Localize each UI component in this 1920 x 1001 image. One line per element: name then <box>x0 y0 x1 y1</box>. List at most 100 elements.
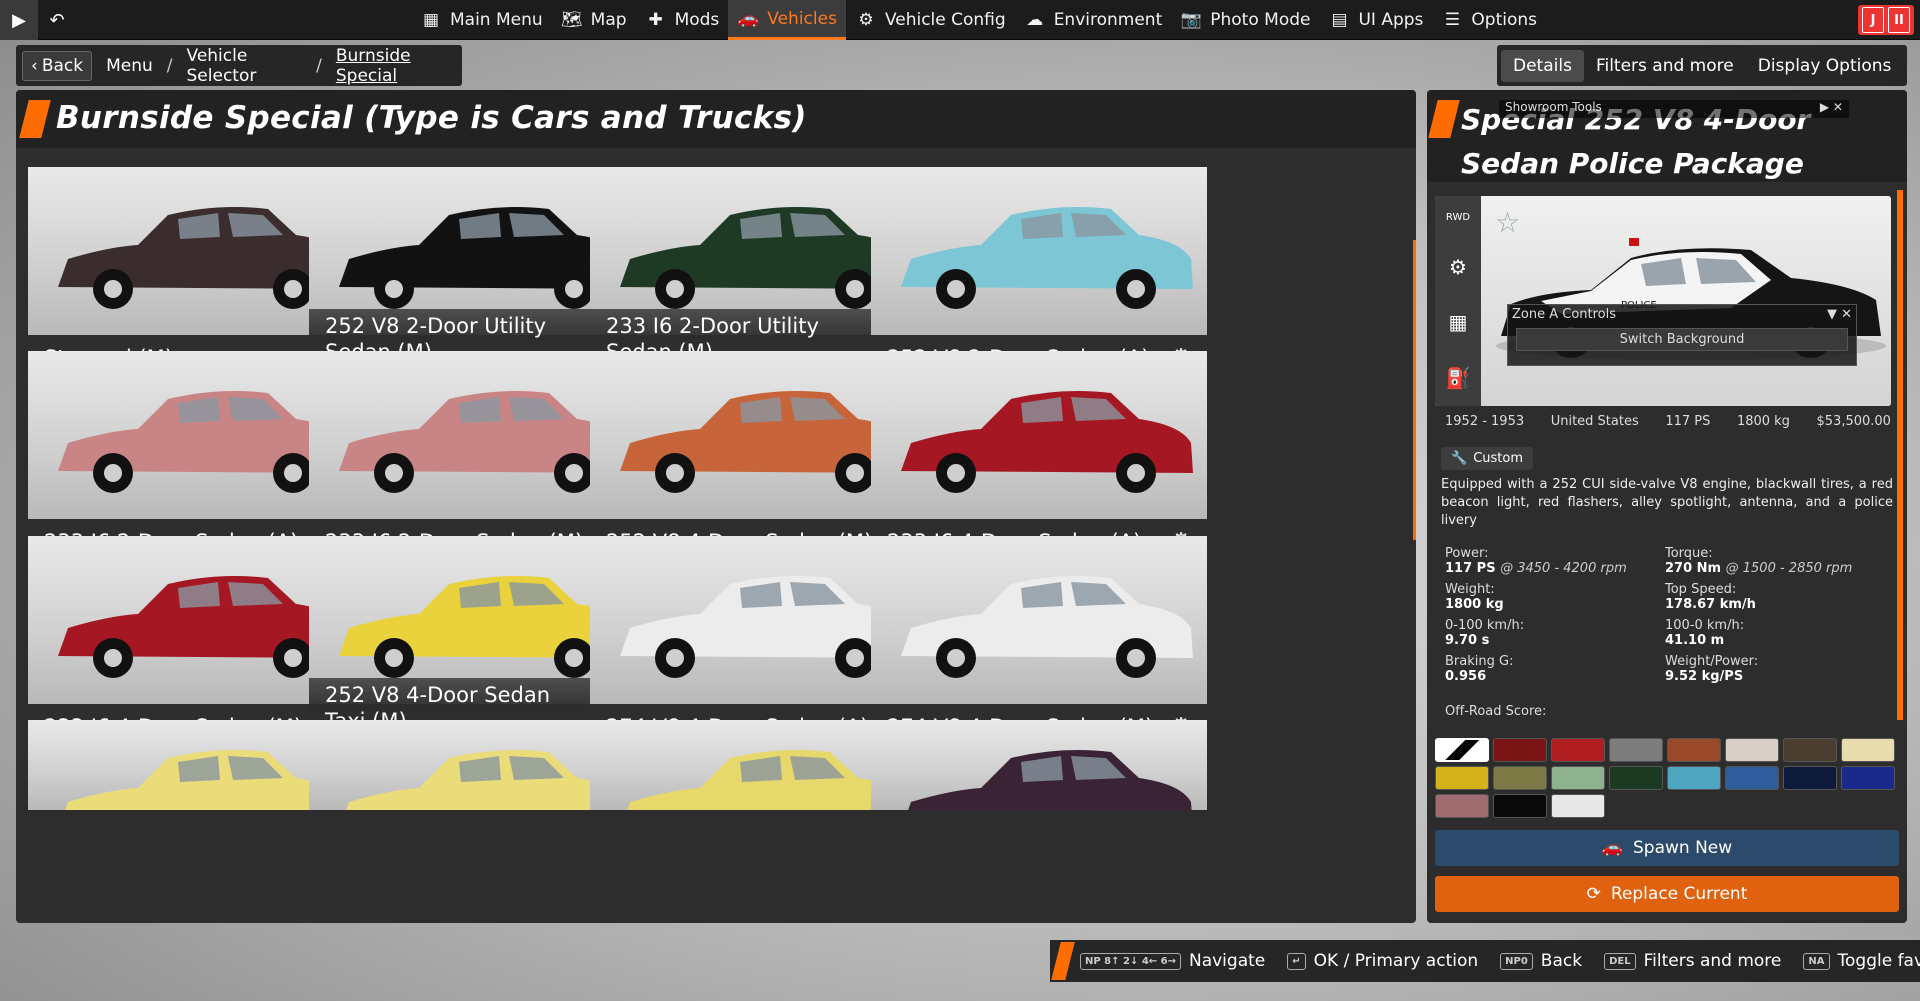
back-button[interactable]: ‹ Back <box>22 50 93 81</box>
close-icon[interactable]: ▼ ✕ <box>1827 307 1852 322</box>
spawn-new-button[interactable]: 🚗 Spawn New <box>1435 830 1899 866</box>
menu-item-photo-mode[interactable]: 📷 Photo Mode <box>1171 0 1319 40</box>
top-menu-bar: ▶ ↶ ▦ Main Menu 🗺 Map ✚ Mods 🚗 Vehicles ⚙ Vehicle… <box>0 0 1920 40</box>
menu-item-options[interactable]: ☰ Options <box>1432 0 1546 40</box>
stat-item: 0-100 km/h: 9.70 s <box>1445 618 1665 648</box>
engine-icon: ⚙ <box>858 10 874 30</box>
play-icon[interactable]: ▶ <box>0 0 38 40</box>
paint-swatch[interactable] <box>1435 738 1489 762</box>
stat-value: 1800 kg <box>1445 597 1665 612</box>
gearbox-icon[interactable]: ⚙ <box>1449 255 1467 279</box>
stat-item: 100-0 km/h: 41.10 m <box>1665 618 1885 648</box>
menu-item-label: Photo Mode <box>1210 10 1311 30</box>
paint-swatch[interactable] <box>1841 738 1895 762</box>
fuel-icon[interactable]: ⛽ <box>1446 366 1471 390</box>
paint-swatch[interactable] <box>1551 738 1605 762</box>
breadcrumb-item-vehicle-selector[interactable]: Vehicle Selector <box>187 46 303 86</box>
keyboard-hints-bar: NP 8↑ 2↓ 4← 6→ Navigate ↵ OK / Primary acti… <box>1050 940 1920 982</box>
stat-label: 100-0 km/h: <box>1665 618 1745 633</box>
spec-value: 1952 - 1953 <box>1445 414 1525 429</box>
stat-item: Weight: 1800 kg <box>1445 582 1665 612</box>
zone-title: Zone A Controls <box>1512 307 1617 322</box>
stat-number: 0.956 <box>1445 669 1487 684</box>
spec-value: 1800 kg <box>1736 414 1790 429</box>
paint-swatch[interactable] <box>1435 766 1489 790</box>
tab-display-options[interactable]: Display Options <box>1746 50 1904 82</box>
stat-subtext: @ 3450 - 4200 rpm <box>1500 561 1627 576</box>
hint-label: Navigate <box>1188 951 1266 971</box>
hint-label: OK / Primary action <box>1313 951 1479 971</box>
menu-item-mods[interactable]: ✚ Mods <box>636 0 729 40</box>
favorite-star-icon[interactable]: ☆ <box>1495 206 1520 239</box>
hint-navigate: NP 8↑ 2↓ 4← 6→ Navigate <box>1080 951 1265 971</box>
paint-swatch[interactable] <box>1725 738 1779 762</box>
paint-swatch[interactable] <box>1493 794 1547 818</box>
breadcrumb-separator: / <box>316 55 322 76</box>
paint-swatch[interactable] <box>1551 766 1605 790</box>
paint-swatch[interactable] <box>1783 738 1837 762</box>
paint-swatch[interactable] <box>1667 766 1721 790</box>
paint-swatch[interactable] <box>1493 766 1547 790</box>
spec-value: United States <box>1550 414 1639 429</box>
menu-item-environment[interactable]: ☁ Environment <box>1015 0 1172 40</box>
apps-icon: ▤ <box>1331 10 1348 30</box>
undo-icon[interactable]: ↶ <box>38 0 76 40</box>
vehicle-card[interactable]: 233 I6 4-Door Sedan (A)⚙ <box>871 351 1207 567</box>
stat-item: Power: 117 PS @ 3450 - 4200 rpm <box>1445 546 1665 576</box>
hint-label: Toggle favorite <box>1837 951 1920 971</box>
stats-grid: Power: 117 PS @ 3450 - 4200 rpm Torque: 270… <box>1445 546 1891 684</box>
paint-swatch[interactable] <box>1667 738 1721 762</box>
vehicle-grid: Stunned (M)⚙252 V8 2-Door Utility Sedan … <box>28 167 1406 923</box>
drivetrain-icon[interactable]: ▦ <box>1449 310 1468 334</box>
scrollbar[interactable] <box>1413 240 1416 540</box>
breadcrumb-item-current[interactable]: Burnside Special <box>336 46 456 86</box>
menu-item-vehicle-config[interactable]: ⚙ Vehicle Config <box>846 0 1015 40</box>
stat-subtext: @ 1500 - 2850 rpm <box>1725 561 1853 576</box>
menu-item-vehicles[interactable]: 🚗 Vehicles <box>728 0 846 40</box>
tab-details[interactable]: Details <box>1501 49 1584 82</box>
close-icon[interactable]: ▶ ✕ <box>1820 100 1843 118</box>
rwd-icon[interactable]: RWD <box>1446 212 1470 223</box>
paint-swatch[interactable] <box>1493 738 1547 762</box>
spawn-label: Spawn New <box>1633 838 1733 858</box>
paint-swatch[interactable] <box>1783 766 1837 790</box>
stat-number: 9.70 s <box>1445 633 1490 648</box>
breadcrumb-item-menu[interactable]: Menu <box>106 56 153 76</box>
switch-background-button[interactable]: Switch Background <box>1516 328 1848 351</box>
police-car-image: POLICE <box>1481 196 1891 406</box>
vehicle-card[interactable] <box>871 720 1207 810</box>
tab-filters[interactable]: Filters and more <box>1584 50 1746 82</box>
paint-swatch[interactable] <box>1435 794 1489 818</box>
key-icon: DEL <box>1604 952 1636 970</box>
showroom-label: Showroom Tools <box>1505 100 1602 114</box>
stat-item: Top Speed: 178.67 km/h <box>1665 582 1885 612</box>
breadcrumb-separator: / <box>166 55 173 76</box>
main-menu: ▦ Main Menu 🗺 Map ✚ Mods 🚗 Vehicles ⚙ Vehicle Con… <box>411 0 1546 40</box>
replace-label: Replace Current <box>1610 884 1748 904</box>
paint-swatch[interactable] <box>1609 766 1663 790</box>
menu-item-map[interactable]: 🗺 Map <box>552 0 636 40</box>
paint-swatch[interactable] <box>1551 794 1605 818</box>
accent-stripe <box>19 100 51 138</box>
paint-swatch[interactable] <box>1841 766 1895 790</box>
paint-swatch[interactable] <box>1725 766 1779 790</box>
hint-toggle-favorite: NA Toggle favorite <box>1803 951 1920 971</box>
stat-number: 178.67 km/h <box>1665 597 1756 612</box>
details-scrollbar[interactable] <box>1897 190 1903 720</box>
page-title: Burnside Special (Type is Cars and Truck… <box>56 100 807 136</box>
details-panel: Special 252 V8 4-Door Sedan Police Packa… <box>1427 90 1907 923</box>
j-icon[interactable]: J <box>1862 7 1884 33</box>
stat-value: 178.67 km/h <box>1665 597 1885 612</box>
stat-value: 41.10 m <box>1665 633 1885 648</box>
menu-item-main-menu[interactable]: ▦ Main Menu <box>411 0 552 40</box>
detail-tabs: Details Filters and more Display Options <box>1497 45 1907 86</box>
showroom-tools[interactable]: Showroom Tools ▶ ✕ <box>1499 100 1849 118</box>
stat-number: 1800 kg <box>1445 597 1504 612</box>
menu-item-ui-apps[interactable]: ▤ UI Apps <box>1319 0 1432 40</box>
stat-number: 9.52 kg/PS <box>1665 669 1744 684</box>
paint-swatch[interactable] <box>1609 738 1663 762</box>
vehicle-thumbnail <box>871 536 1207 704</box>
pause-icon[interactable]: II <box>1888 7 1910 33</box>
replace-current-button[interactable]: ⟳ Replace Current <box>1435 876 1899 912</box>
accent-stripe <box>1051 942 1075 980</box>
